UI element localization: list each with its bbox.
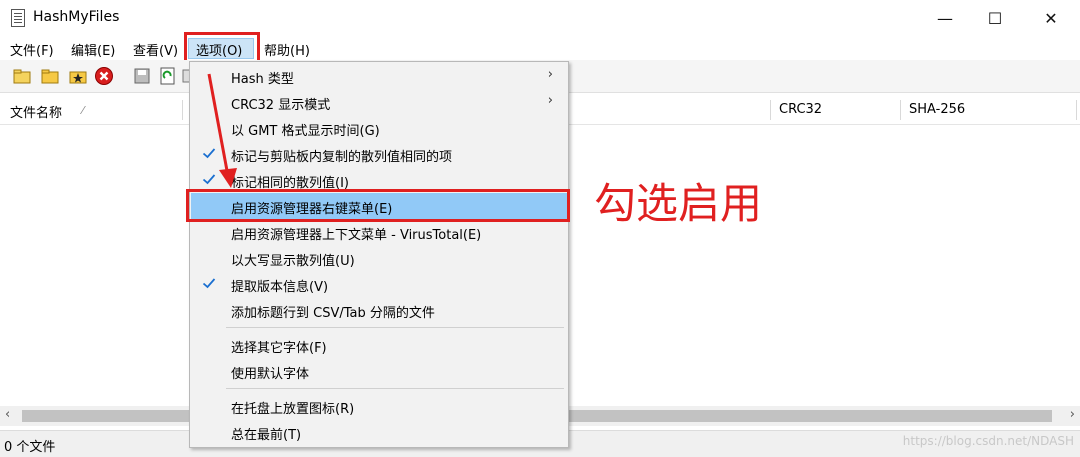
checkmark-icon [202,278,216,289]
menu-item-explorer-virustotal[interactable]: 启用资源管理器上下文菜单 - VirusTotal(E) [191,219,567,245]
close-button[interactable]: ✕ [1024,0,1078,36]
menu-item-crc32-mode[interactable]: CRC32 显示模式 › [191,89,567,115]
menu-item-default-font[interactable]: 使用默认字体 [191,358,567,384]
column-separator[interactable] [900,100,901,120]
open-folder-icon[interactable] [40,66,60,86]
open-file-icon[interactable] [12,66,32,86]
title-bar: HashMyFiles — ☐ ✕ [0,0,1080,36]
menu-file[interactable]: 文件(F) [10,40,54,59]
submenu-arrow-icon: › [547,67,553,82]
submenu-arrow-icon: › [547,93,553,108]
annotation-text: 勾选启用 [594,179,763,228]
menu-separator [226,388,564,389]
column-sha256[interactable]: SHA-256 [909,102,965,117]
menu-help[interactable]: 帮助(H) [264,40,310,59]
menu-item-tray-icon[interactable]: 在托盘上放置图标(R) [191,393,567,419]
menu-view[interactable]: 查看(V) [133,40,178,59]
scroll-right-icon[interactable]: › [1070,407,1075,422]
menu-item-gmt-time[interactable]: 以 GMT 格式显示时间(G) [191,115,567,141]
sort-indicator-icon: ⁄ [82,104,84,117]
menu-item-extract-version[interactable]: 提取版本信息(V) [191,271,567,297]
options-dropdown-menu: Hash 类型 › CRC32 显示模式 › 以 GMT 格式显示时间(G) 标… [189,61,569,448]
file-count: 0 个文件 [4,440,56,455]
star-folder-icon[interactable] [68,66,88,86]
menu-item-uppercase-hash[interactable]: 以大写显示散列值(U) [191,245,567,271]
menu-bar: 文件(F) 编辑(E) 查看(V) 帮助(H) [0,36,1080,60]
menu-edit[interactable]: 编辑(E) [71,40,115,59]
maximize-button[interactable]: ☐ [968,0,1022,36]
column-separator[interactable] [770,100,771,120]
refresh-icon[interactable] [158,66,178,86]
column-separator[interactable] [182,100,183,120]
menu-item-hash-type[interactable]: Hash 类型 › [191,63,567,89]
menu-item-mark-clipboard-hash[interactable]: 标记与剪贴板内复制的散列值相同的项 [191,141,567,167]
watermark: https://blog.csdn.net/NDASH [902,434,1074,448]
column-file-name[interactable]: 文件名称 [10,102,62,121]
scroll-left-icon[interactable]: ‹ [5,407,10,422]
menu-item-select-font[interactable]: 选择其它字体(F) [191,332,567,358]
window-title: HashMyFiles [33,9,120,25]
column-separator[interactable] [1076,100,1077,120]
menu-item-add-header-line[interactable]: 添加标题行到 CSV/Tab 分隔的文件 [191,297,567,323]
app-icon [11,9,25,27]
menu-separator [226,327,564,328]
annotation-arrow-icon [207,73,237,188]
column-crc32[interactable]: CRC32 [779,102,822,117]
minimize-button[interactable]: — [918,0,972,36]
save-icon[interactable] [132,66,152,86]
menu-item-always-on-top[interactable]: 总在最前(T) [191,419,567,445]
delete-icon[interactable] [94,66,114,86]
